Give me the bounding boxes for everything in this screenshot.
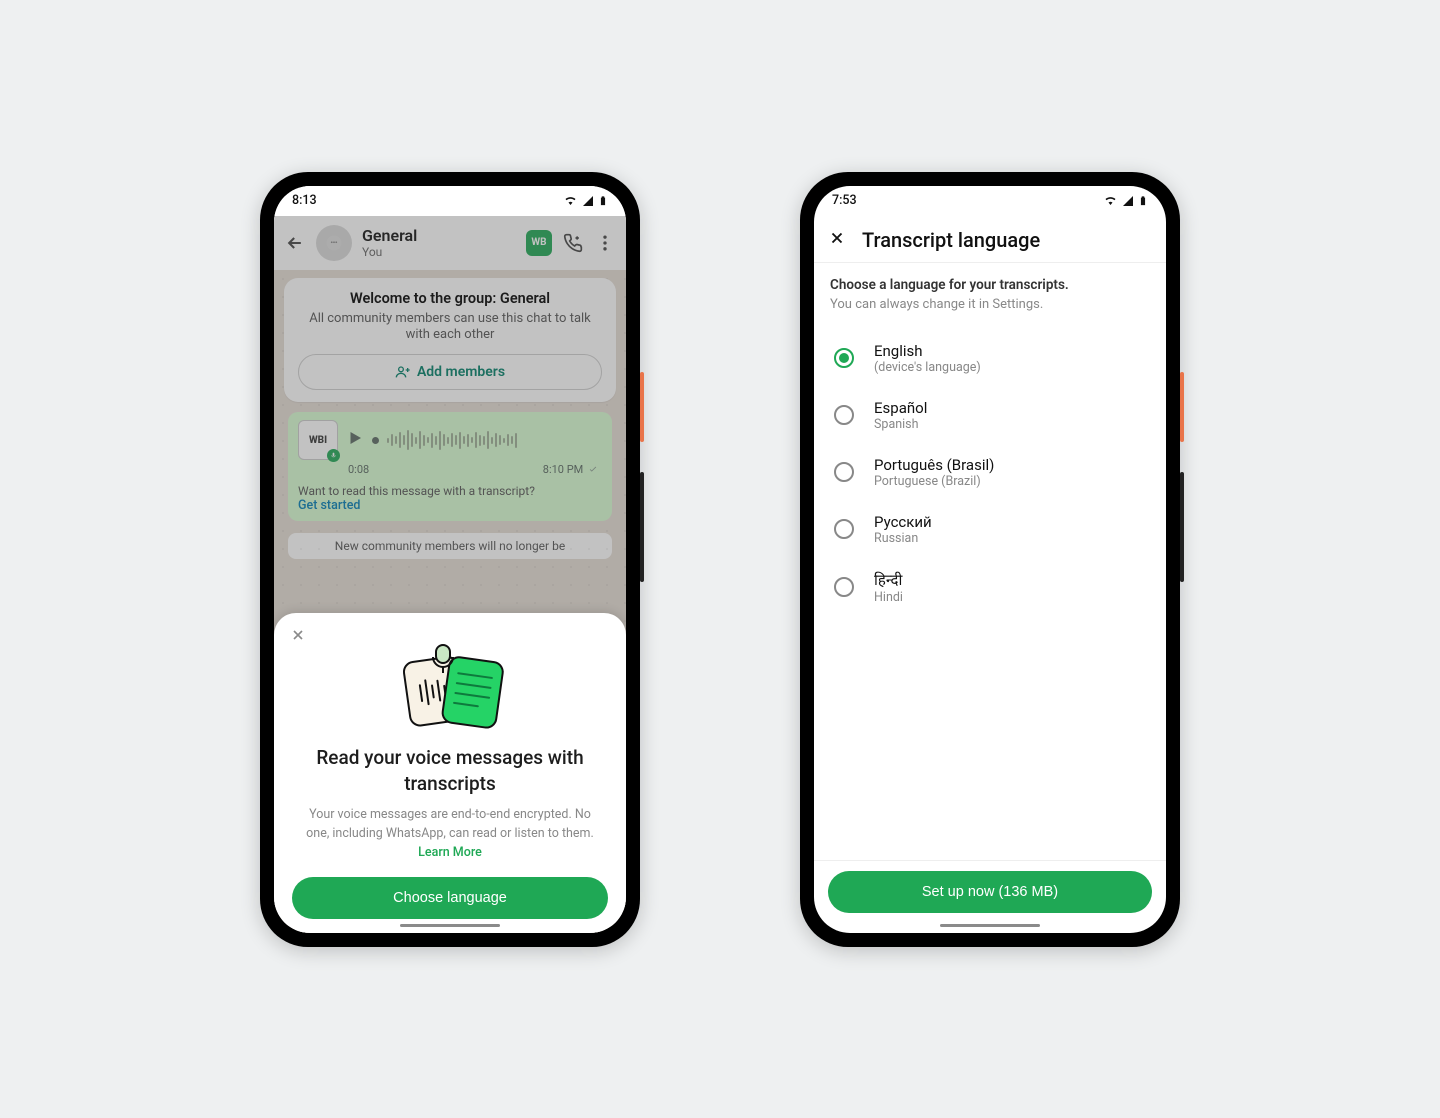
language-name: English — [874, 342, 981, 360]
chat-screen: General You WB Welcome to the group: Gen… — [274, 216, 626, 933]
language-option[interactable]: Русский Russian — [830, 501, 1150, 558]
status-bar: 8:13 — [274, 186, 626, 216]
group-welcome-sub: All community members can use this chat … — [298, 311, 602, 345]
signal-icon — [581, 195, 595, 207]
volume-button — [1180, 472, 1184, 582]
power-button — [1180, 372, 1184, 442]
language-sub: (device's language) — [874, 360, 981, 375]
home-indicator — [400, 924, 500, 927]
status-icons — [563, 194, 608, 208]
language-sub: Hindi — [874, 590, 903, 605]
transcript-link[interactable]: Get started — [298, 498, 602, 513]
language-name: Русский — [874, 513, 932, 531]
sheet-body: Your voice messages are end-to-end encry… — [292, 806, 608, 862]
status-bar: 7:53 — [814, 186, 1166, 216]
voice-message[interactable]: WBI — [288, 412, 612, 521]
add-members-button[interactable]: Add members — [298, 354, 602, 390]
volume-button — [640, 472, 644, 582]
language-name: Español — [874, 399, 927, 417]
close-icon[interactable] — [290, 627, 306, 648]
language-list-body: Choose a language for your transcripts. … — [814, 263, 1166, 860]
language-option[interactable]: Português (Brasil) Portuguese (Brazil) — [830, 444, 1150, 501]
sender-avatar: WBI — [298, 420, 338, 460]
language-list: English (device's language) Español Span… — [830, 330, 1150, 617]
transcript-intro-sheet: Read your voice messages with transcript… — [274, 613, 626, 933]
voice-time: 8:10 PM — [543, 463, 600, 476]
language-sub: Russian — [874, 531, 932, 546]
group-welcome-card: Welcome to the group: General All commun… — [284, 278, 616, 403]
voice-duration: 0:08 — [348, 463, 369, 476]
more-icon[interactable] — [594, 232, 616, 254]
language-name: Português (Brasil) — [874, 456, 994, 474]
transcript-illustration — [292, 635, 608, 733]
phone-right: 7:53 Transcript language Choose a langua… — [800, 172, 1180, 947]
chat-subtitle: You — [362, 245, 516, 259]
chat-header: General You WB — [274, 216, 626, 270]
learn-more-link[interactable]: Learn More — [418, 845, 482, 860]
footer: Set up now (136 MB) — [814, 860, 1166, 933]
power-button — [640, 372, 644, 442]
screen-left: 8:13 General You WB — [274, 186, 626, 933]
radio-icon[interactable] — [834, 462, 854, 482]
play-icon[interactable] — [346, 428, 364, 452]
playhead-dot[interactable] — [372, 437, 379, 444]
transcript-hint: Want to read this message with a transcr… — [298, 484, 602, 498]
chat-title: General — [362, 226, 516, 245]
phone-left: 8:13 General You WB — [260, 172, 640, 947]
radio-icon[interactable] — [834, 405, 854, 425]
status-time: 8:13 — [292, 193, 317, 208]
check-icon — [586, 464, 600, 474]
page-header: Transcript language — [814, 216, 1166, 262]
back-icon[interactable] — [284, 232, 306, 254]
add-members-label: Add members — [417, 364, 505, 380]
group-welcome-title: Welcome to the group: General — [298, 290, 602, 307]
language-option[interactable]: हिन्दी Hindi — [830, 558, 1150, 617]
home-indicator — [940, 924, 1040, 927]
group-avatar[interactable] — [316, 225, 352, 261]
close-icon[interactable] — [828, 229, 846, 251]
battery-icon — [598, 194, 608, 208]
add-person-icon — [395, 364, 411, 380]
chat-title-block[interactable]: General You — [362, 226, 516, 259]
battery-icon — [1138, 194, 1148, 208]
language-name: हिन्दी — [874, 570, 903, 590]
add-call-icon[interactable] — [562, 232, 584, 254]
radio-icon[interactable] — [834, 577, 854, 597]
status-time: 7:53 — [832, 193, 857, 208]
page-title: Transcript language — [862, 228, 1040, 252]
setup-now-button[interactable]: Set up now (136 MB) — [828, 871, 1152, 913]
wifi-icon — [1103, 195, 1118, 207]
status-icons — [1103, 194, 1148, 208]
language-option[interactable]: English (device's language) — [830, 330, 1150, 387]
body-subtitle: You can always change it in Settings. — [830, 297, 1150, 312]
screen-right: 7:53 Transcript language Choose a langua… — [814, 186, 1166, 933]
language-sub: Spanish — [874, 417, 927, 432]
signal-icon — [1121, 195, 1135, 207]
radio-icon[interactable] — [834, 348, 854, 368]
radio-icon[interactable] — [834, 519, 854, 539]
wb-badge-icon: WB — [526, 230, 552, 256]
sheet-title: Read your voice messages with transcript… — [292, 745, 608, 796]
body-title: Choose a language for your transcripts. — [830, 277, 1150, 293]
wifi-icon — [563, 195, 578, 207]
language-option[interactable]: Español Spanish — [830, 387, 1150, 444]
choose-language-button[interactable]: Choose language — [292, 877, 608, 919]
language-sub: Portuguese (Brazil) — [874, 474, 994, 489]
waveform[interactable] — [387, 428, 602, 452]
